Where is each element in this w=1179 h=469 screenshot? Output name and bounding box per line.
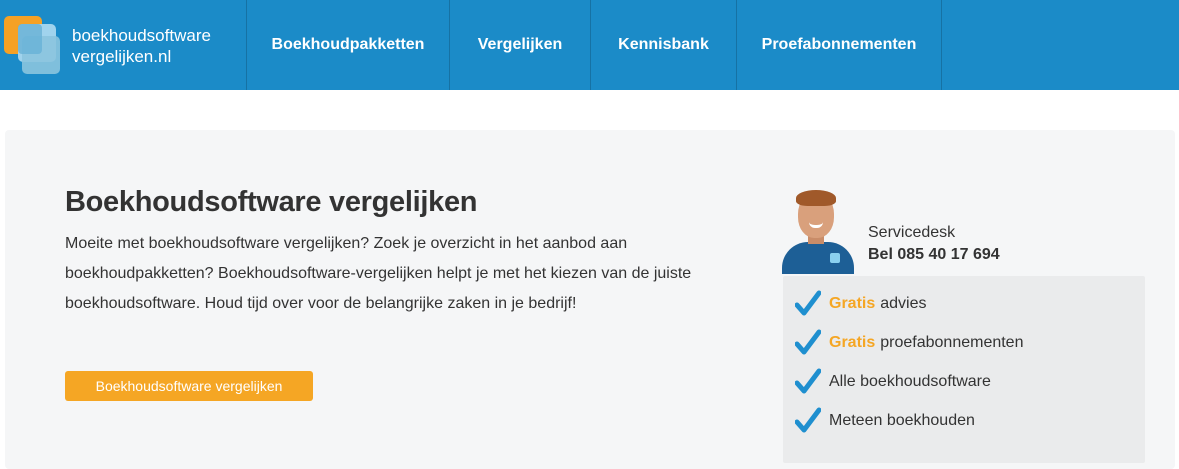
benefit-highlight: Gratis [829,295,876,312]
benefit-text: Alle boekhoudsoftware [829,373,991,390]
benefit-text: proefabonnementen [880,334,1024,351]
benefit-item: Gratis proefabonnementen [795,329,1023,357]
hero-panel: Boekhoudsoftware vergelijken Moeite met … [5,130,1175,469]
benefits-list: Gratis advies Gratis proefabonnementen A… [783,276,1145,463]
benefit-item: Alle boekhoudsoftware [795,368,991,396]
logo-icon [4,16,62,74]
site-header: boekhoudsoftware vergelijken.nl Boekhoud… [0,0,1179,90]
benefit-item: Gratis advies [795,290,927,318]
nav-item-boekhoudpakketten[interactable]: Boekhoudpakketten [246,0,449,90]
checkmark-icon [795,407,821,433]
page-title: Boekhoudsoftware vergelijken [65,186,478,218]
hero-description: Moeite met boekhoudsoftware vergelijken?… [65,235,692,312]
checkmark-icon [795,329,821,355]
logo-line-1: boekhoudsoftware [72,26,211,45]
checkmark-icon [795,290,821,316]
nav-item-proefabonnementen[interactable]: Proefabonnementen [736,0,942,90]
servicedesk-avatar [782,190,854,274]
site-logo[interactable]: boekhoudsoftware vergelijken.nl [0,0,246,90]
logo-line-2: vergelijken.nl [72,47,172,66]
checkmark-icon [795,368,821,394]
benefit-text: Meteen boekhouden [829,412,975,429]
servicedesk-label: Servicedesk [868,224,956,241]
nav-item-kennisbank[interactable]: Kennisbank [590,0,736,90]
benefit-item: Meteen boekhouden [795,407,975,435]
main-nav: Boekhoudpakketten Vergelijken Kennisbank… [246,0,942,90]
nav-item-vergelijken[interactable]: Vergelijken [449,0,590,90]
benefit-text: advies [880,295,927,312]
benefit-highlight: Gratis [829,334,876,351]
logo-text: boekhoudsoftware vergelijken.nl [72,25,211,67]
servicedesk-phone: Bel 085 40 17 694 [868,246,1000,263]
compare-software-button[interactable]: Boekhoudsoftware vergelijken [65,371,313,401]
